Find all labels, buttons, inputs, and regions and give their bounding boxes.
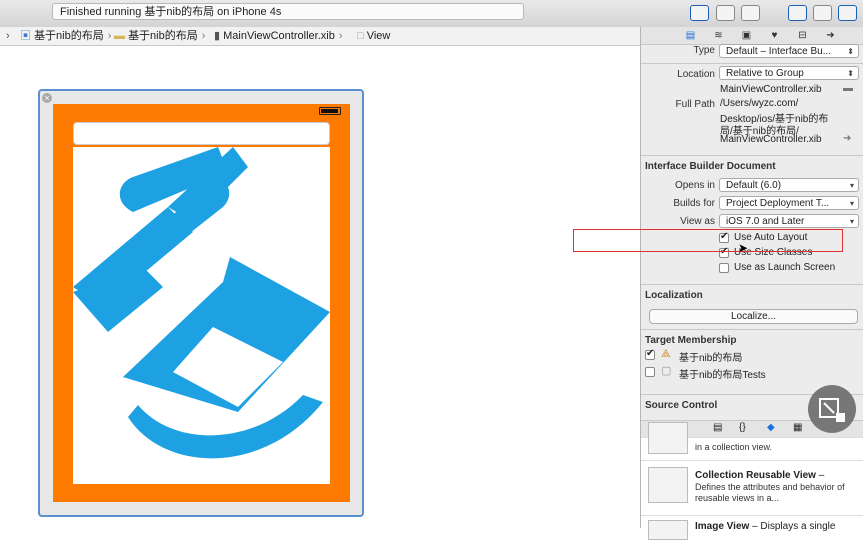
jumpbar-back-icon[interactable]: › — [6, 27, 10, 45]
battery-icon — [319, 107, 341, 115]
builds-for-popup[interactable]: Project Deployment T... ▾ — [719, 196, 859, 210]
full-path-line-1: /Users/wyzc.com/ — [720, 98, 799, 109]
quick-help-tab-icon[interactable]: ≋ — [713, 30, 724, 41]
library-item-image-view[interactable]: Image View – Displays a single — [641, 515, 863, 540]
folder-icon[interactable]: ▬ — [843, 83, 853, 94]
highlight-box — [573, 229, 843, 252]
fist-logo-icon — [73, 147, 330, 459]
identity-tab-icon[interactable]: ▣ — [741, 30, 752, 41]
library-item-title: Collection Reusable View – — [695, 470, 825, 481]
media-library-icon[interactable]: ▦ — [793, 422, 802, 433]
target-app-checkbox[interactable] — [645, 348, 655, 360]
reveal-arrow-icon[interactable]: ➜ — [843, 133, 851, 144]
target-tests-label: 基于nib的布局Tests — [679, 370, 766, 381]
attributes-tab-icon[interactable]: ♥ — [769, 30, 780, 41]
file-inspector-tab-icon[interactable]: ▤ — [685, 30, 696, 41]
target-app-label: 基于nib的布局 — [679, 353, 743, 364]
inspector-tab-bar: ▤ ≋ ▣ ♥ ⊟ ➜ — [641, 27, 863, 45]
xib-file-icon: ▮ — [214, 30, 221, 42]
view-as-label: View as — [680, 216, 715, 227]
breadcrumb-view[interactable]: □ View — [357, 27, 390, 45]
collection-view-thumbnail-icon — [648, 467, 688, 503]
version-editor-button[interactable] — [741, 5, 760, 21]
jump-bar: › ▣ 基于nib的布局 › ▬ 基于nib的布局 › ▮ MainViewCont… — [0, 27, 640, 46]
source-control-header: Source Control — [645, 400, 718, 411]
text-field[interactable] — [73, 122, 330, 145]
standard-editor-button[interactable] — [690, 5, 709, 21]
popup-arrow-icon: ⬍ — [847, 69, 854, 78]
library-thumbnail — [648, 422, 688, 454]
size-tab-icon[interactable]: ⊟ — [797, 30, 808, 41]
chevron-down-icon: ▾ — [849, 181, 854, 190]
target-tests-checkbox[interactable] — [645, 367, 655, 377]
library-item-desc: Defines the attributes and behavior of r… — [695, 482, 845, 503]
image-view-thumbnail-icon — [648, 520, 688, 540]
connections-tab-icon[interactable]: ➜ — [825, 30, 836, 41]
type-label: Type — [693, 45, 715, 56]
breadcrumb-group[interactable]: ▬ 基于nib的布局 › — [114, 27, 205, 45]
folder-icon: ▬ — [114, 30, 125, 42]
code-snippet-icon[interactable]: {} — [739, 422, 746, 433]
full-path-label: Full Path — [675, 99, 715, 110]
launch-screen-checkbox[interactable] — [719, 263, 729, 273]
view-icon: □ — [357, 30, 364, 42]
library-item-title: Image View – Displays a single — [695, 521, 836, 532]
location-popup[interactable]: Relative to Group ⬍ — [719, 66, 859, 80]
popup-arrow-icon: ⬍ — [847, 47, 854, 56]
library-item-partial[interactable]: in a collection view. — [641, 422, 863, 460]
builds-for-label: Builds for — [673, 198, 715, 209]
object-library-icon[interactable]: ◆ — [767, 422, 775, 433]
library-item-collection-reusable-view[interactable]: Collection Reusable View – Defines the a… — [641, 460, 863, 515]
chevron-down-icon: ▾ — [849, 217, 854, 226]
activity-status-field: Finished running 基于nib的布局 on iPhone 4s — [52, 3, 524, 20]
divider — [641, 63, 863, 64]
pip-icon — [819, 398, 845, 422]
test-bundle-icon: ▢ — [661, 365, 672, 377]
type-popup[interactable]: Default – Interface Bu... ⬍ — [719, 44, 859, 58]
utilities-toggle-button[interactable] — [838, 5, 857, 21]
localize-button[interactable]: Localize... — [649, 309, 858, 324]
divider — [641, 284, 863, 285]
assistant-editor-button[interactable] — [716, 5, 735, 21]
opens-in-label: Opens in — [674, 180, 715, 191]
location-label: Location — [677, 69, 715, 80]
localization-header: Localization — [645, 290, 703, 301]
debug-area-toggle-button[interactable] — [813, 5, 832, 21]
xcode-toolbar: Finished running 基于nib的布局 on iPhone 4s — [0, 0, 863, 28]
chevron-down-icon: ▾ — [849, 199, 854, 208]
view-as-popup[interactable]: iOS 7.0 and Later ▾ — [719, 214, 859, 228]
full-path-line-4: MainViewController.xib — [720, 134, 822, 145]
picture-in-picture-button[interactable] — [808, 385, 856, 433]
target-membership-header: Target Membership — [645, 335, 737, 346]
project-icon: ▣ — [20, 30, 31, 42]
breadcrumb-project[interactable]: ▣ 基于nib的布局 › — [20, 27, 111, 45]
navigator-toggle-button[interactable] — [788, 5, 807, 21]
mouse-cursor-icon: ➤ — [738, 241, 749, 255]
ib-document-header: Interface Builder Document — [645, 161, 776, 172]
close-icon[interactable]: × — [42, 93, 52, 103]
library-item-desc: in a collection view. — [695, 442, 773, 452]
breadcrumb-file[interactable]: ▮ MainViewController.xib › — [214, 27, 342, 45]
divider — [641, 155, 863, 156]
app-target-icon: ⟁ — [661, 348, 671, 360]
file-template-icon[interactable]: ▤ — [713, 422, 722, 433]
launch-screen-label: Use as Launch Screen — [734, 262, 836, 273]
divider — [641, 329, 863, 330]
file-name-value: MainViewController.xib — [720, 84, 822, 95]
file-inspector-panel: ▤ ≋ ▣ ♥ ⊟ ➜ Type Default – Interface Bu.… — [640, 27, 863, 540]
opens-in-popup[interactable]: Default (6.0) ▾ — [719, 178, 859, 192]
